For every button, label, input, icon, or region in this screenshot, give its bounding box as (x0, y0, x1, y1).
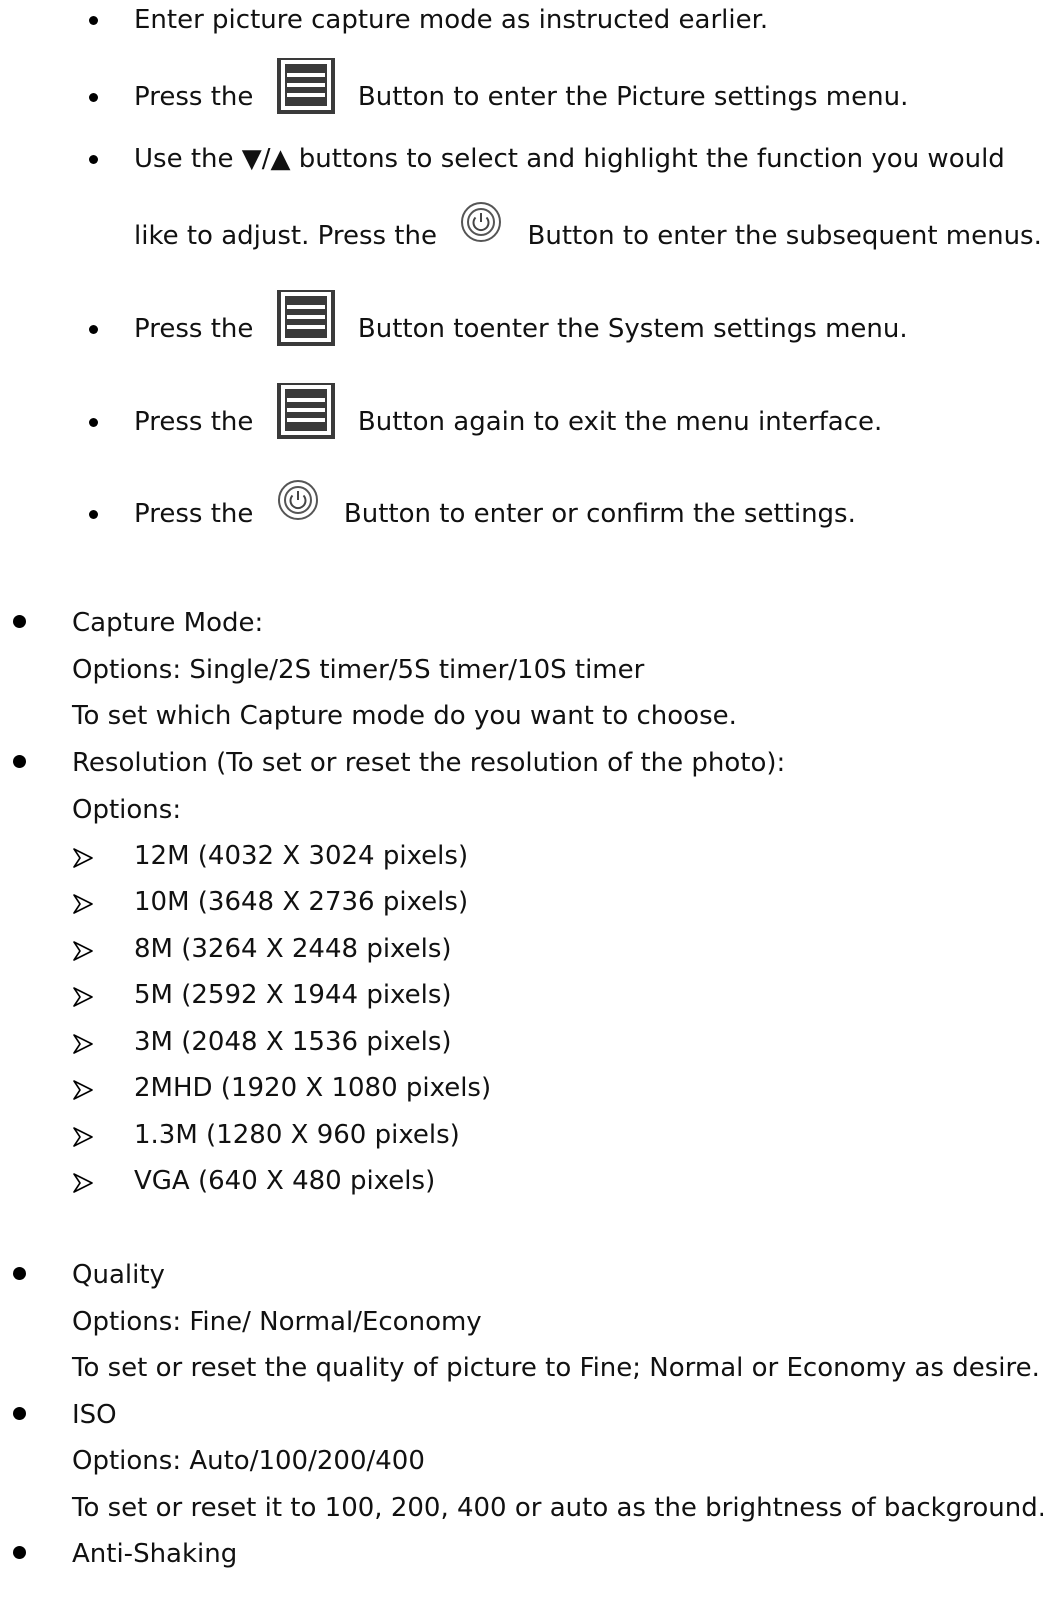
resolution-option: 10M (3648 X 2736 pixels) (134, 887, 469, 917)
arrow-bullet-icon (73, 848, 93, 868)
resolution-option: VGA (640 X 480 pixels) (134, 1166, 436, 1196)
iso-options: Options: Auto/100/200/400 (72, 1446, 425, 1476)
step-text: Press the (134, 499, 254, 529)
menu-icon (276, 382, 336, 442)
step-text: Enter picture capture mode as instructed… (134, 5, 769, 35)
step-text: Use the ▼/▲ buttons to select and highli… (134, 144, 1005, 174)
capture-mode-desc: To set which Capture mode do you want to… (72, 701, 737, 731)
step-text: like to adjust. Press the (134, 221, 437, 251)
arrow-bullet-icon (73, 1127, 93, 1147)
resolution-option: 8M (3264 X 2448 pixels) (134, 934, 452, 964)
capture-mode-options: Options: Single/2S timer/5S timer/10S ti… (72, 655, 645, 685)
arrow-bullet-icon (73, 1034, 93, 1054)
step-text: Button again to exit the menu interface. (357, 407, 883, 437)
bullet (13, 1267, 26, 1280)
bullet (89, 418, 98, 427)
bullet (89, 510, 98, 519)
quality-title: Quality (72, 1260, 165, 1290)
step-text: Button to enter the Picture settings men… (357, 82, 909, 112)
resolution-option: 3M (2048 X 1536 pixels) (134, 1027, 452, 1057)
power-icon (276, 478, 320, 522)
step-text: Button to enter the subsequent menus. (527, 221, 1042, 251)
resolution-option: 1.3M (1280 X 960 pixels) (134, 1120, 460, 1150)
bullet (13, 615, 26, 628)
resolution-option: 12M (4032 X 3024 pixels) (134, 841, 469, 871)
resolution-title: Resolution (To set or reset the resoluti… (72, 748, 786, 778)
iso-title: ISO (72, 1400, 117, 1430)
step-text: Press the (134, 82, 254, 112)
step-text: Button to enter or confirm the settings. (343, 499, 856, 529)
bullet (13, 1546, 26, 1559)
quality-options: Options: Fine/ Normal/Economy (72, 1307, 482, 1337)
bullet (13, 1407, 26, 1420)
arrow-bullet-icon (73, 1173, 93, 1193)
bullet (89, 16, 98, 25)
capture-mode-title: Capture Mode: (72, 608, 264, 638)
step-text: Press the (134, 314, 254, 344)
bullet (13, 755, 26, 768)
iso-desc: To set or reset it to 100, 200, 400 or a… (72, 1493, 1043, 1523)
bullet (89, 93, 98, 102)
bullet (89, 325, 98, 334)
resolution-option: 2MHD (1920 X 1080 pixels) (134, 1073, 492, 1103)
menu-icon (276, 57, 336, 117)
arrow-bullet-icon (73, 941, 93, 961)
step-text: Press the (134, 407, 254, 437)
resolution-option: 5M (2592 X 1944 pixels) (134, 980, 452, 1010)
arrow-bullet-icon (73, 987, 93, 1007)
menu-icon (276, 289, 336, 349)
quality-desc: To set or reset the quality of picture t… (72, 1353, 1040, 1383)
manual-page: Enter picture capture mode as instructed… (0, 0, 1043, 1618)
power-icon (459, 200, 503, 244)
resolution-options-label: Options: (72, 795, 182, 825)
step-text: Button toenter the System settings menu. (357, 314, 908, 344)
arrow-bullet-icon (73, 894, 93, 914)
anti-shaking-title: Anti-Shaking (72, 1539, 238, 1569)
arrow-bullet-icon (73, 1080, 93, 1100)
bullet (89, 155, 98, 164)
